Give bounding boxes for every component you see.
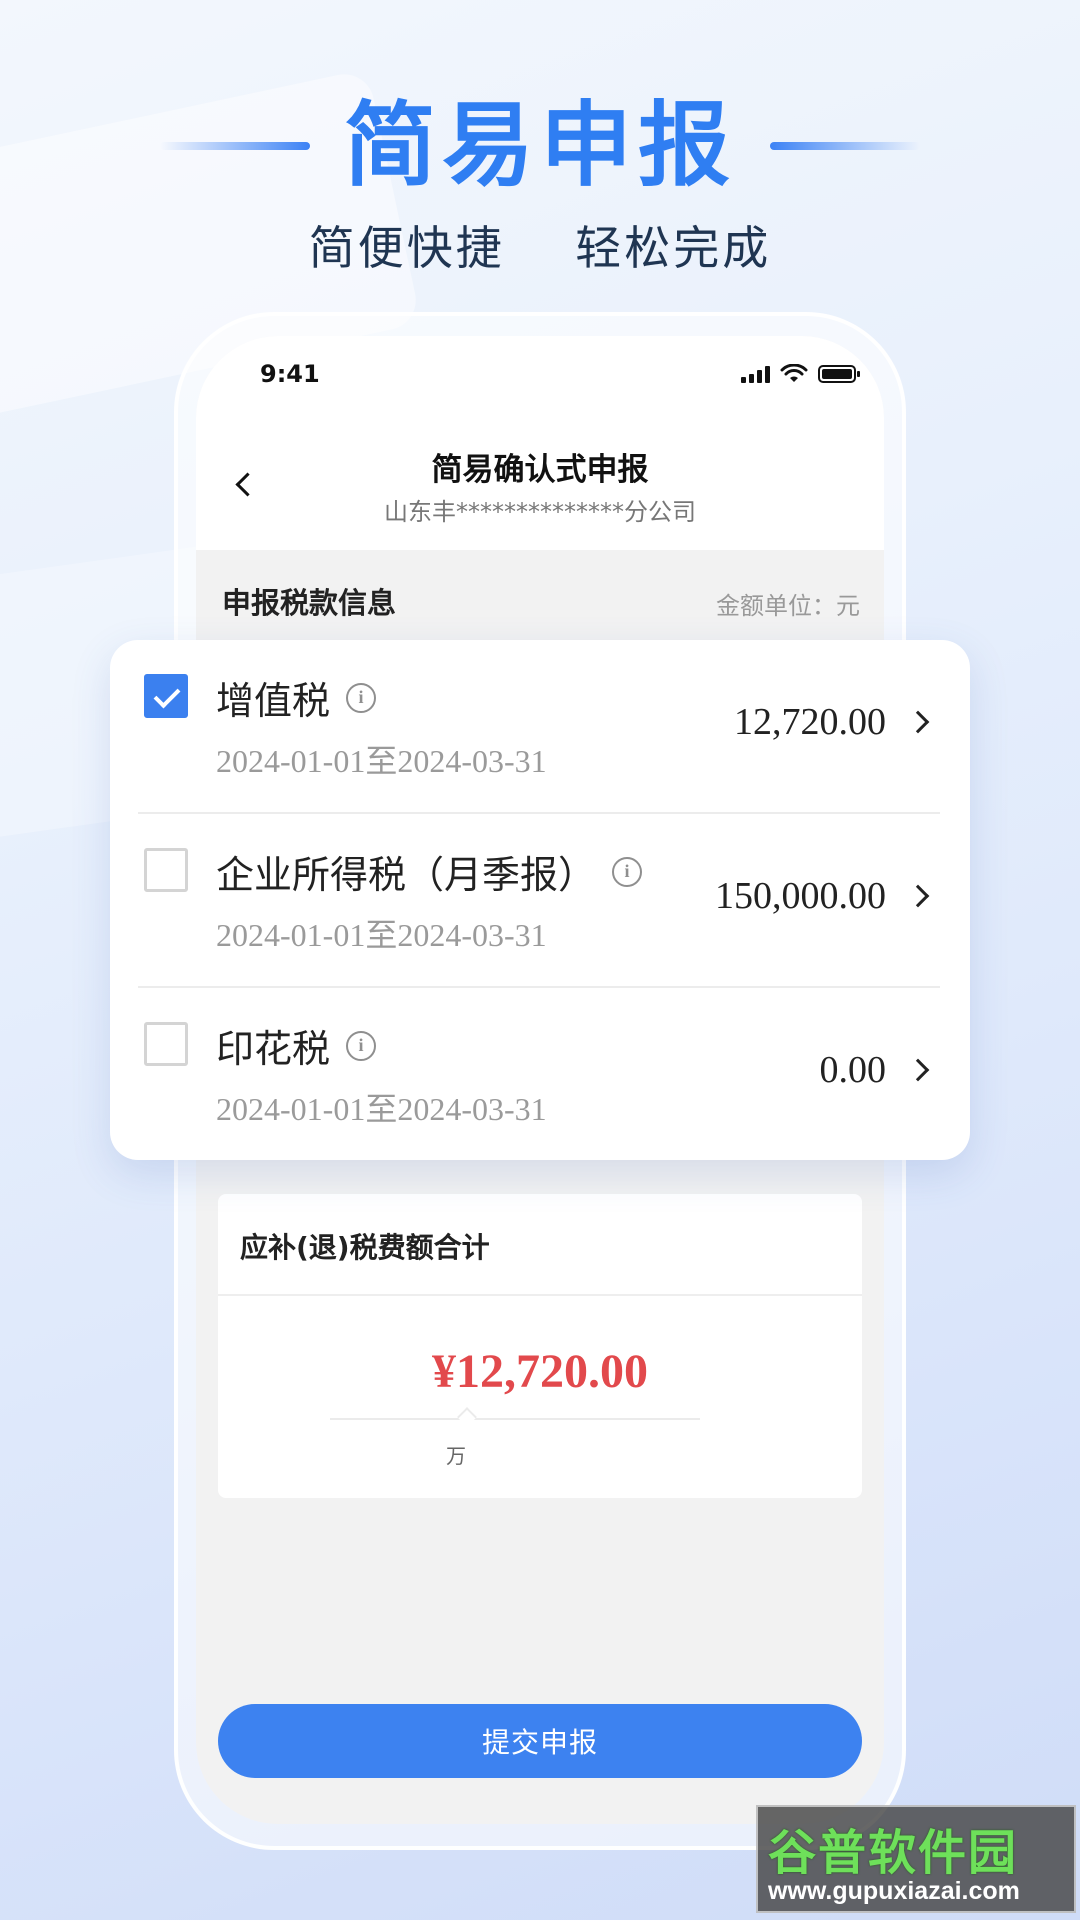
total-title: 应补(退)税费额合计 (240, 1231, 490, 1264)
tax-name-label: 印花税 (216, 1027, 331, 1071)
tax-name: 印花税 i (216, 1018, 377, 1073)
battery-icon (818, 365, 860, 383)
tax-list-card: 增值税 i 2024-01-01至2024-03-31 12,720.00 企业… (110, 640, 970, 1160)
total-amount: ¥12,720.00 (432, 1345, 648, 1398)
signal-icon (741, 365, 770, 383)
hero-decor-line (159, 142, 310, 150)
amount-unit-label: 金额单位：元 (716, 592, 860, 620)
tax-row-vat[interactable]: 增值税 i 2024-01-01至2024-03-31 12,720.00 (138, 640, 940, 814)
chevron-right-icon[interactable] (906, 710, 930, 734)
info-icon[interactable]: i (346, 1030, 377, 1061)
tax-period: 2024-01-01至2024-03-31 (216, 743, 547, 779)
tax-name: 增值税 i (216, 670, 377, 725)
hero-subtitle: 简便快捷 轻松完成 (308, 221, 772, 275)
divider (218, 1294, 862, 1296)
checkbox[interactable] (144, 1022, 188, 1066)
tax-name-label: 增值税 (216, 679, 331, 723)
wifi-icon (780, 364, 808, 382)
info-icon[interactable]: i (612, 856, 643, 887)
tax-name: 企业所得税（月季报） i (216, 844, 643, 899)
chevron-right-icon[interactable] (906, 1058, 930, 1082)
unit-scale-marker (457, 1407, 477, 1427)
info-icon[interactable]: i (346, 682, 377, 713)
section-header: 申报税款信息 金额单位：元 (196, 550, 884, 640)
company-name: 山东丰**************分公司 (384, 498, 696, 526)
tax-amount: 150,000.00 (715, 875, 886, 917)
tax-row-corporate-income[interactable]: 企业所得税（月季报） i 2024-01-01至2024-03-31 150,0… (138, 814, 940, 988)
page-title: 简易确认式申报 (431, 452, 649, 488)
watermark: 谷普软件园 www.gupuxiazai.com (756, 1805, 1076, 1913)
submit-button[interactable]: 提交申报 (218, 1704, 862, 1778)
chevron-right-icon[interactable] (906, 884, 930, 908)
tax-row-stamp-duty[interactable]: 印花税 i 2024-01-01至2024-03-31 0.00 (138, 988, 940, 1162)
checkbox-checked[interactable] (144, 674, 188, 718)
tax-amount: 0.00 (819, 1049, 887, 1091)
total-card: 应补(退)税费额合计 ¥12,720.00 万 (218, 1194, 862, 1498)
tax-amount: 12,720.00 (734, 701, 886, 743)
hero-title: 简易申报 (343, 92, 736, 199)
unit-scale-label: 万 (446, 1444, 466, 1468)
status-icons (741, 364, 860, 384)
status-time: 9:41 (260, 360, 320, 388)
watermark-logo: 谷普软件园 (768, 1825, 1019, 1881)
hero-decor-line (770, 142, 920, 150)
tax-name-label: 企业所得税（月季报） (216, 853, 597, 897)
checkbox[interactable] (144, 848, 188, 892)
watermark-url: www.gupuxiazai.com (768, 1877, 1020, 1905)
section-title: 申报税款信息 (222, 586, 397, 620)
tax-period: 2024-01-01至2024-03-31 (216, 917, 547, 953)
tax-period: 2024-01-01至2024-03-31 (216, 1091, 547, 1127)
app-header: 9:41 简易确认式申报 山东丰**************分公司 (196, 336, 884, 550)
hero-title-row: 简易申报 (0, 96, 1080, 196)
unit-scale-line (330, 1418, 700, 1420)
